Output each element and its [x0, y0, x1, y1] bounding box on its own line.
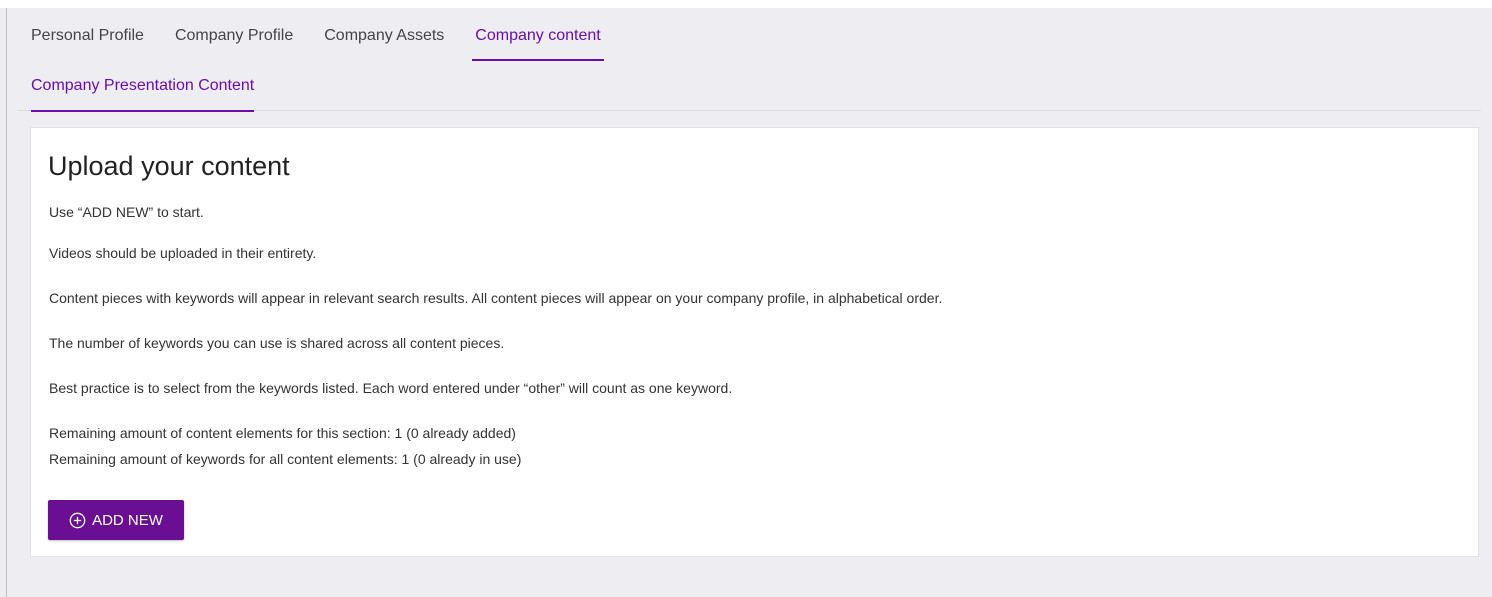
instruction-keywords-search: Content pieces with keywords will appear…: [49, 290, 943, 306]
instruction-best-practice: Best practice is to select from the keyw…: [49, 380, 733, 396]
tab-company-assets[interactable]: Company Assets: [324, 26, 444, 61]
upload-content-card: Upload your content Use “ADD NEW” to sta…: [30, 127, 1479, 557]
add-new-label: ADD NEW: [92, 511, 163, 529]
plus-circle-icon: [69, 512, 86, 529]
content-subtabs: Company Presentation Content: [18, 72, 1481, 112]
top-bar: [0, 0, 1492, 8]
page-title: Upload your content: [48, 151, 290, 181]
instruction-videos: Videos should be uploaded in their entir…: [49, 245, 317, 261]
tab-personal-profile[interactable]: Personal Profile: [31, 26, 144, 61]
tab-company-content[interactable]: Company content: [472, 26, 604, 61]
subtab-company-presentation-content[interactable]: Company Presentation Content: [31, 76, 255, 112]
remaining-content-elements: Remaining amount of content elements for…: [49, 425, 516, 441]
profile-tabs: Personal Profile Company Profile Company…: [31, 26, 635, 61]
instruction-keywords-shared: The number of keywords you can use is sh…: [49, 335, 505, 351]
left-divider: [6, 8, 7, 597]
tab-company-profile[interactable]: Company Profile: [175, 26, 293, 61]
add-new-button[interactable]: ADD NEW: [48, 500, 184, 540]
instruction-start: Use “ADD NEW” to start.: [49, 204, 204, 220]
remaining-keywords: Remaining amount of keywords for all con…: [49, 451, 522, 467]
